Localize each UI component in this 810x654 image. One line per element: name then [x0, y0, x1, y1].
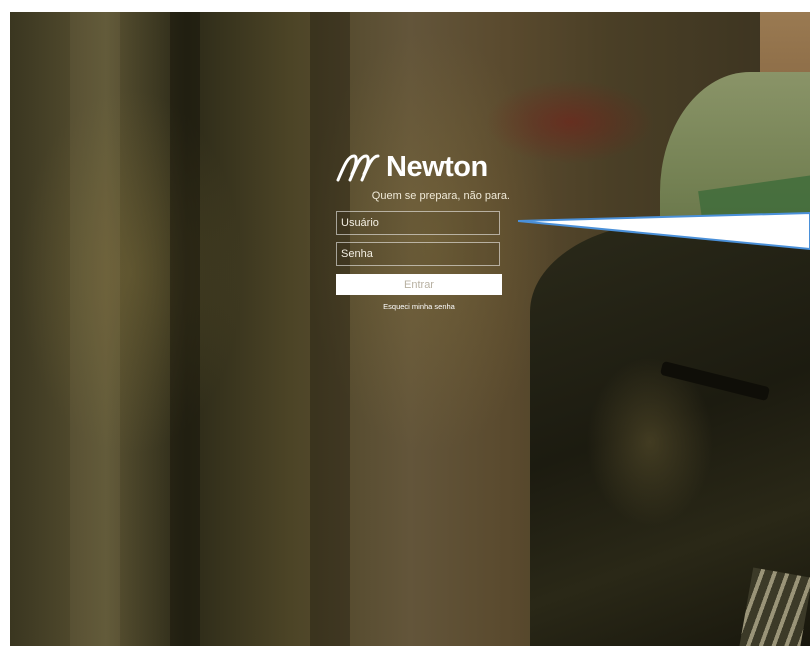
background-shadow-band [310, 12, 350, 646]
newton-logo: Newton [336, 150, 508, 184]
background-light-band [70, 12, 120, 646]
password-input[interactable] [336, 242, 500, 266]
brand-tagline: Quem se prepara, não para. [371, 190, 510, 202]
background-photo [10, 12, 810, 646]
username-input[interactable] [336, 211, 500, 235]
login-button[interactable]: Entrar [336, 274, 502, 295]
newton-logo-icon [336, 154, 380, 182]
background-shadow-band [170, 12, 200, 646]
brand-name: Newton [386, 151, 488, 183]
forgot-password-link[interactable]: Esqueci minha senha [336, 302, 502, 311]
